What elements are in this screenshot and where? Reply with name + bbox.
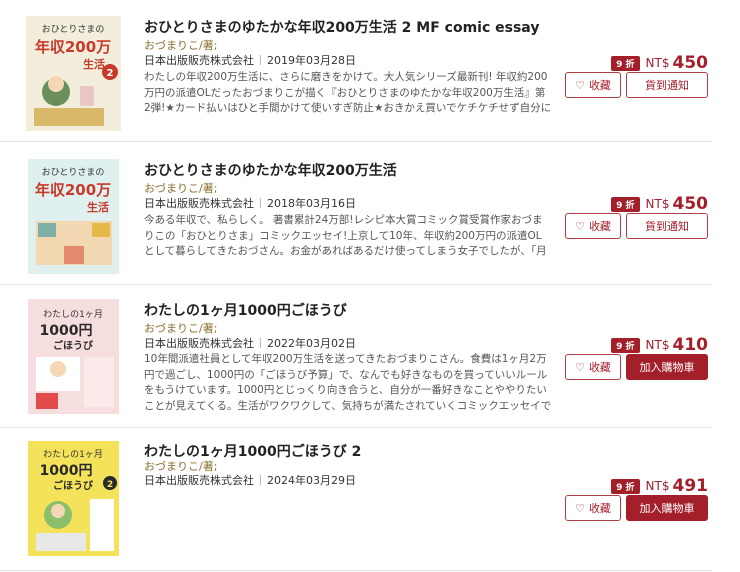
meta-divider (260, 475, 261, 485)
currency-label: NT$ (645, 479, 670, 493)
book-date: 2018年03月16日 (267, 197, 356, 210)
book-cover-image[interactable]: おひとりさまの 年収200万 生活 2 (14, 14, 133, 133)
price-row: 9 折 NT$ 410 (611, 335, 708, 355)
cover-title-line2: 年収200万 (35, 181, 111, 199)
book-title[interactable]: おひとりさまのゆたかな年収200万生活 (144, 160, 397, 180)
price-value: 450 (672, 194, 709, 214)
cover-volume-badge: 2 (107, 68, 114, 79)
book-date: 2024年03月29日 (267, 474, 356, 487)
favorite-button[interactable]: ♡ 收藏 (565, 72, 621, 98)
favorite-button-label: 收藏 (588, 79, 611, 92)
cover-title-line3: ごほうび (53, 339, 93, 352)
discount-badge: 9 折 (611, 337, 640, 353)
add-to-cart-button[interactable]: 加入購物車 (626, 495, 708, 521)
price-value: 410 (672, 335, 709, 355)
cover-title-line3: 生活 (83, 57, 105, 71)
favorite-button[interactable]: ♡ 收藏 (565, 213, 621, 239)
cover-title-line3: ごほうび (53, 479, 93, 492)
cover-title-line1: おひとりさまの (42, 167, 105, 178)
book-title[interactable]: わたしの1ヶ月1000円ごほうび (144, 300, 347, 320)
meta-divider (260, 338, 261, 348)
book-publisher[interactable]: 日本出版販売株式会社 (144, 197, 254, 210)
product-item: わたしの1ヶ月 1000円 ごほうび わたしの1ヶ月1000円ごほうび おづまり… (0, 286, 712, 428)
cover-title-line1: おひとりさまの (42, 24, 105, 35)
price-row: 9 折 NT$ 450 (611, 194, 708, 214)
heart-outline-icon: ♡ (575, 78, 585, 92)
book-meta: 日本出版販売株式会社 2024年03月29日 (144, 472, 356, 488)
book-cover-image[interactable]: おひとりさまの 年収200万 生活 (14, 157, 133, 276)
meta-divider (260, 198, 261, 208)
discount-badge: 9 折 (611, 196, 640, 212)
cover-title-line2: 1000円 (40, 463, 93, 479)
heart-outline-icon: ♡ (575, 360, 585, 374)
favorite-button-label: 收藏 (588, 361, 611, 374)
book-publisher[interactable]: 日本出版販売株式会社 (144, 474, 254, 487)
price-row: 9 折 NT$ 491 (611, 476, 708, 496)
price-value: 491 (672, 476, 709, 496)
book-date: 2019年03月28日 (267, 54, 356, 67)
book-title[interactable]: おひとりさまのゆたかな年収200万生活 2 MF comic essay (144, 17, 539, 37)
book-description: わたしの年収200万生活に、さらに磨きをかけて。大人気シリーズ最新刊! 年収約2… (144, 71, 552, 118)
add-to-cart-button[interactable]: 加入購物車 (626, 354, 708, 380)
book-date: 2022年03月02日 (267, 337, 356, 350)
favorite-button[interactable]: ♡ 收藏 (565, 495, 621, 521)
price-value: 450 (672, 53, 709, 73)
currency-label: NT$ (645, 56, 670, 70)
book-cover-image[interactable]: わたしの1ヶ月 1000円 ごほうび (14, 297, 133, 416)
book-meta: 日本出版販売株式会社 2019年03月28日 (144, 52, 356, 68)
cover-title-line1: わたしの1ヶ月 (43, 449, 103, 460)
product-item: おひとりさまの 年収200万 生活 2 おひとりさまのゆたかな年収200万生活 … (0, 0, 712, 142)
notify-button[interactable]: 貨到通知 (626, 213, 708, 239)
price-row: 9 折 NT$ 450 (611, 53, 708, 73)
heart-outline-icon: ♡ (575, 219, 585, 233)
cover-volume-badge: 2 (107, 480, 113, 490)
cover-title-line1: わたしの1ヶ月 (43, 309, 103, 320)
cover-title-line3: 生活 (87, 200, 109, 214)
notify-button[interactable]: 貨到通知 (626, 72, 708, 98)
book-cover-image[interactable]: わたしの1ヶ月 1000円 ごほうび 2 (14, 439, 133, 558)
heart-outline-icon: ♡ (575, 501, 585, 515)
cover-title-line2: 1000円 (40, 323, 93, 339)
favorite-button-label: 收藏 (588, 220, 611, 233)
book-publisher[interactable]: 日本出版販売株式会社 (144, 54, 254, 67)
book-author[interactable]: おづまりこ/著; (144, 180, 217, 196)
book-meta: 日本出版販売株式会社 2022年03月02日 (144, 335, 356, 351)
book-meta: 日本出版販売株式会社 2018年03月16日 (144, 195, 356, 211)
discount-badge: 9 折 (611, 55, 640, 71)
book-description: 今ある年収で、私らしく。 著書累計24万部!レシピ本大賞コミック賞受賞作家おづま… (144, 214, 547, 261)
product-item: わたしの1ヶ月 1000円 ごほうび 2 わたしの1ヶ月1000円ごほうび 2 … (0, 429, 712, 571)
currency-label: NT$ (645, 338, 670, 352)
currency-label: NT$ (645, 197, 670, 211)
discount-badge: 9 折 (611, 478, 640, 494)
book-author[interactable]: おづまりこ/著; (144, 320, 217, 336)
book-description: 10年間派遣社員として年収200万生活を送ってきたおづまりこさん。食費は1ヶ月2… (144, 353, 552, 412)
favorite-button[interactable]: ♡ 收藏 (565, 354, 621, 380)
book-author[interactable]: おづまりこ/著; (144, 37, 217, 53)
cover-title-line2: 年収200万 (35, 38, 111, 56)
favorite-button-label: 收藏 (588, 502, 611, 515)
book-publisher[interactable]: 日本出版販売株式会社 (144, 337, 254, 350)
product-item: おひとりさまの 年収200万 生活 おひとりさまのゆたかな年収200万生活 おづ… (0, 143, 712, 285)
meta-divider (260, 55, 261, 65)
